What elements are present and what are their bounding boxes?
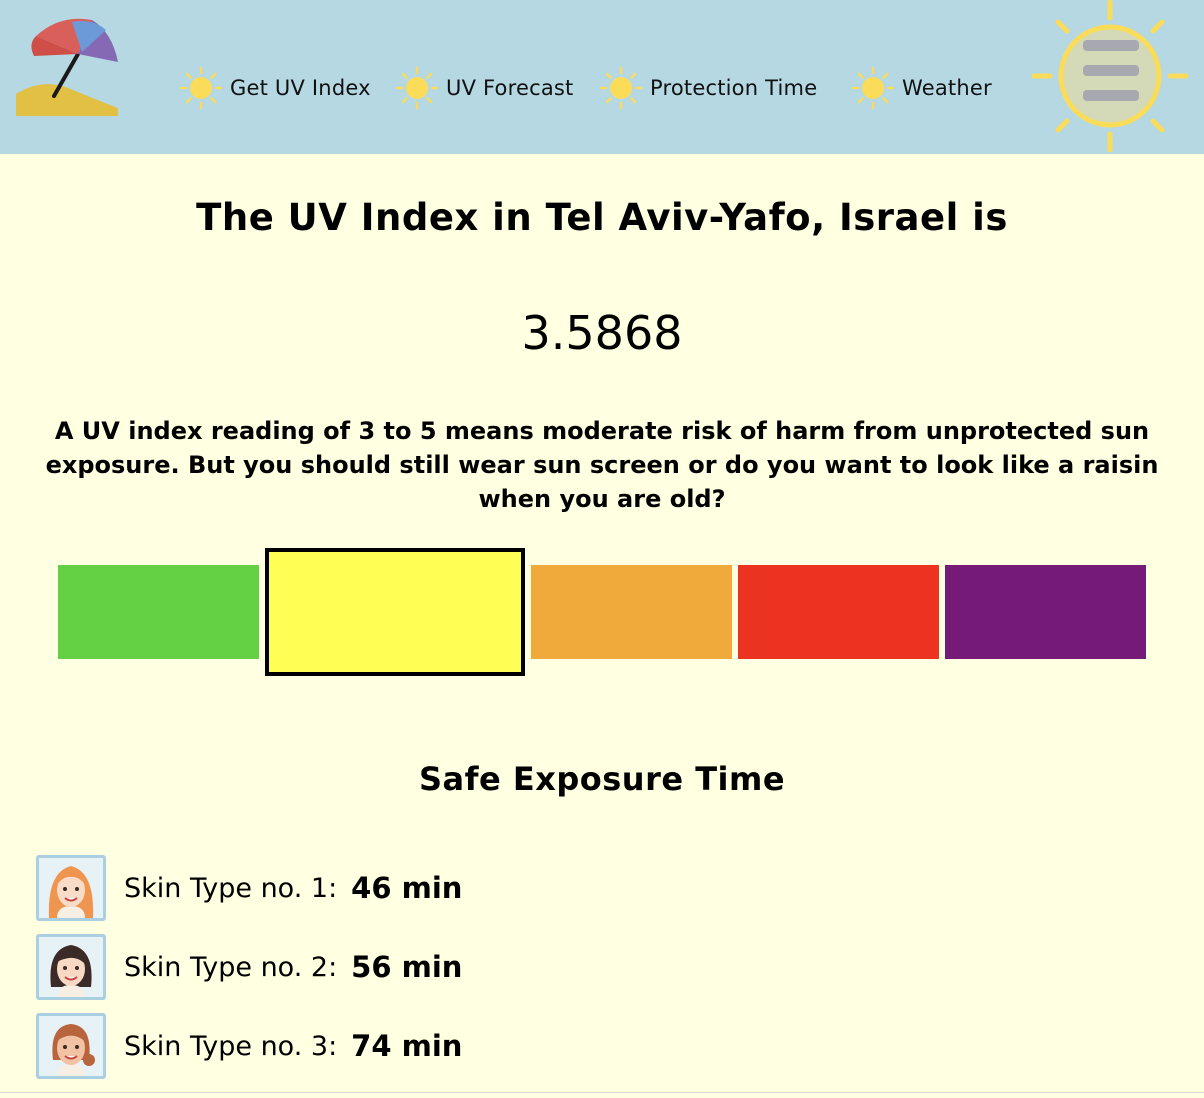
uv-scale-segment-very-high: [738, 565, 939, 659]
skin-type-row: Skin Type no. 2: 56 min: [36, 934, 463, 1000]
page-title: The UV Index in Tel Aviv-Yafo, Israel is: [196, 196, 1008, 239]
sun-icon: [852, 67, 894, 109]
uv-index-value: 3.5868: [521, 306, 683, 360]
header: Get UV Index UV Forecast Protection Time…: [0, 0, 1204, 154]
avatar-skin-type-1-icon: [36, 855, 106, 921]
skin-type-label: Skin Type no. 3:: [124, 1030, 338, 1062]
safe-exposure-title: Safe Exposure Time: [418, 760, 786, 798]
nav-label: Get UV Index: [230, 76, 371, 100]
sun-menu-icon[interactable]: [1030, 0, 1190, 152]
nav-item-get-uv-index[interactable]: Get UV Index: [180, 64, 371, 112]
nav-item-uv-forecast[interactable]: UV Forecast: [396, 64, 573, 112]
uv-scale: [0, 548, 1204, 676]
nav-label: Weather: [902, 76, 992, 100]
skin-type-label: Skin Type no. 1:: [124, 872, 338, 904]
sun-icon: [396, 67, 438, 109]
nav-item-protection-time[interactable]: Protection Time: [600, 64, 817, 112]
uv-scale-segment-low: [58, 565, 259, 659]
beach-umbrella-icon[interactable]: [12, 10, 124, 118]
nav-label: Protection Time: [650, 76, 818, 100]
skin-type-time: 56 min: [351, 950, 463, 984]
uv-description: A UV index reading of 3 to 5 means moder…: [45, 417, 1159, 513]
divider: [0, 1092, 1204, 1093]
sun-icon: [180, 67, 222, 109]
nav-item-weather[interactable]: Weather: [852, 64, 992, 112]
avatar-skin-type-2-icon: [36, 934, 106, 1000]
skin-type-label: Skin Type no. 2:: [124, 951, 338, 983]
uv-scale-segment-moderate: [265, 548, 525, 676]
uv-scale-segment-extreme: [945, 565, 1146, 659]
skin-type-row: Skin Type no. 1: 46 min: [36, 855, 463, 921]
skin-type-time: 74 min: [351, 1029, 463, 1063]
avatar-skin-type-3-icon: [36, 1013, 106, 1079]
sun-icon: [600, 67, 642, 109]
nav-label: UV Forecast: [446, 76, 574, 100]
uv-scale-segment-high: [531, 565, 732, 659]
skin-type-row: Skin Type no. 3: 74 min: [36, 1013, 463, 1079]
skin-type-time: 46 min: [351, 871, 463, 905]
